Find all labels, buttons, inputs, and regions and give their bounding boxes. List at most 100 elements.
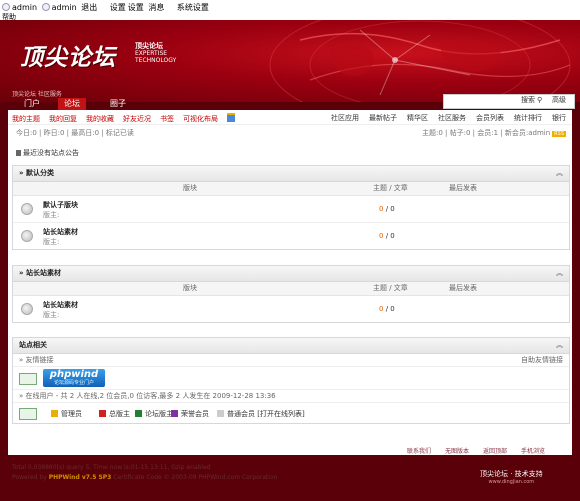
friends-status-link[interactable]: 好友近况 bbox=[123, 115, 151, 123]
category-material: » 站长站素材 ︽ 版块 主题 / 文章 最后发表 站长站素材 版主: 0 / 0 bbox=[12, 265, 570, 323]
apply-link-button[interactable]: 自助友情链接 bbox=[521, 354, 563, 366]
speaker-icon bbox=[16, 150, 21, 156]
username-link-2[interactable]: admin bbox=[52, 3, 77, 12]
logo-subtitle-cn: 顶尖论坛 bbox=[135, 42, 163, 50]
user-icon bbox=[41, 3, 50, 11]
friend-links-header: » 友情链接 自助友情链接 bbox=[13, 354, 569, 367]
settings-link-2[interactable]: 设置 bbox=[128, 3, 144, 12]
visual-layout-link[interactable]: 可视化布局 bbox=[183, 115, 218, 123]
forum-row: 站长站素材 版主: 0 / 0 bbox=[13, 223, 569, 249]
col-forum: 版块 bbox=[183, 284, 197, 292]
col-last-post: 最后发表 bbox=[449, 184, 477, 192]
system-settings-link[interactable]: 系统设置 bbox=[177, 3, 209, 12]
text-version-link[interactable]: 无图版本 bbox=[445, 448, 469, 455]
my-favorites-link[interactable]: 我的收藏 bbox=[86, 115, 114, 123]
legend-admin-label: 管理员 bbox=[61, 410, 82, 418]
version-text: v7.5 SP3 bbox=[79, 474, 112, 481]
contact-link[interactable]: 联系我们 bbox=[407, 448, 431, 455]
logout-link[interactable]: 退出 bbox=[81, 3, 97, 12]
my-topics-link[interactable]: 我的主题 bbox=[12, 115, 40, 123]
latest-posts-link[interactable]: 最新帖子 bbox=[369, 114, 397, 122]
phpwind-link-logo[interactable]: phpwind 论坛源码专业门户 bbox=[43, 369, 105, 387]
phpwind-logo-sub: 论坛源码专业门户 bbox=[53, 380, 94, 386]
forum-stats: 今日:0 | 昨日:0 | 最高日:0 | 标记已读 主题:0 | 帖子:0 |… bbox=[8, 125, 572, 139]
tab-portal[interactable]: 门户 bbox=[18, 98, 46, 110]
site-related-header: 站点相关 ︽ bbox=[13, 338, 569, 354]
topic-count: 0 bbox=[379, 305, 384, 313]
user-icon bbox=[2, 3, 10, 11]
online-users-summary[interactable]: » 在线用户 - 共 2 人在线,2 位会员,0 位访客,最多 2 人发生在 2… bbox=[13, 390, 569, 403]
collapse-icon[interactable]: ︽ bbox=[556, 266, 563, 281]
site-logo-small-icon[interactable] bbox=[19, 373, 37, 385]
column-header: 版块 主题 / 文章 最后发表 bbox=[13, 182, 569, 196]
powered-by-label: Powered by bbox=[12, 474, 49, 481]
site-related: 站点相关 ︽ » 友情链接 自助友情链接 phpwind 论坛源码专业门户 » 在线用… bbox=[12, 337, 570, 424]
daily-stats: 今日:0 | 昨日:0 | 最高日:0 | 标记已读 bbox=[16, 129, 134, 137]
forum-name-link[interactable]: 站长站素材 bbox=[43, 300, 78, 310]
legend-member-label[interactable]: 普通会员 [打开在线列表] bbox=[227, 410, 305, 418]
forum-status-icon bbox=[21, 230, 33, 242]
main-content: 我的主题 我的回复 我的收藏 好友近况 书签 可视化布局 社区应用 最新帖子 精华区 社区服务 会… bbox=[8, 110, 572, 455]
gift-icon[interactable] bbox=[227, 113, 235, 122]
digest-link[interactable]: 精华区 bbox=[407, 114, 428, 122]
mobile-link[interactable]: 手机浏览 bbox=[521, 448, 545, 455]
admin-icon bbox=[51, 410, 58, 417]
forum-row: 站长站素材 版主: 0 / 0 bbox=[13, 296, 569, 322]
tab-groups[interactable]: 圈子 bbox=[104, 98, 132, 110]
post-count: 0 bbox=[390, 205, 395, 213]
category-header: » 站长站素材 ︽ bbox=[13, 266, 569, 282]
footer-brand-url: www.dingjian.com bbox=[488, 479, 535, 485]
tab-forum[interactable]: 论坛 bbox=[58, 98, 86, 110]
rss-icon[interactable]: RSS bbox=[552, 131, 566, 137]
category-default: » 默认分类 ︽ 版块 主题 / 文章 最后发表 默认子版块 版主: 0 / 0 … bbox=[12, 165, 570, 250]
phpwind-logo-text: phpwind bbox=[49, 369, 99, 380]
footer-debug-line: Total 0.038860(s) query 5, Time now is:0… bbox=[12, 464, 211, 471]
category-title: 站长站素材 bbox=[25, 269, 61, 277]
settings-link[interactable]: 设置 bbox=[110, 3, 126, 12]
announcement: 最近没有站点公告 bbox=[16, 148, 79, 158]
forum-counts: 0 / 0 bbox=[379, 205, 395, 213]
advanced-search-link[interactable]: 高级 bbox=[552, 95, 566, 105]
forum-name-link[interactable]: 默认子版块 bbox=[43, 200, 78, 210]
legend-honor-label: 荣誉会员 bbox=[181, 410, 209, 418]
forum-moderator: 版主: bbox=[43, 238, 60, 246]
phpwind-link[interactable]: PHPWind bbox=[49, 474, 80, 481]
totals-stats: 主题:0 | 帖子:0 | 会员:1 | 新会员:admin bbox=[422, 129, 551, 137]
col-forum: 版块 bbox=[183, 184, 197, 192]
messages-link[interactable]: 消息 bbox=[148, 3, 164, 12]
bank-link[interactable]: 银行 bbox=[552, 114, 566, 122]
friend-links-title: » 友情链接 bbox=[19, 356, 54, 364]
legend-admin: 管理员 bbox=[51, 409, 82, 419]
search-button[interactable]: 搜索 bbox=[521, 95, 535, 105]
member-list-link[interactable]: 会员列表 bbox=[476, 114, 504, 122]
site-logo[interactable]: 顶尖论坛 bbox=[20, 38, 116, 72]
main-nav: 门户 论坛 圈子 搜索 ⚲ 高级 bbox=[0, 94, 580, 110]
post-count: 0 bbox=[390, 305, 395, 313]
honor-member-icon bbox=[171, 410, 178, 417]
back-to-top-link[interactable]: 返回顶部 bbox=[483, 448, 507, 455]
bookmarks-link[interactable]: 书签 bbox=[160, 115, 174, 123]
footer-links: 联系我们 无图版本 返回顶部 手机浏览 bbox=[407, 446, 559, 455]
community-apps-link[interactable]: 社区应用 bbox=[331, 114, 359, 122]
top-user-bar: admin admin 退出 设置 设置 消息 系统设置 帮助 bbox=[0, 0, 580, 21]
footer-brand-title: 顶尖论坛 · 技术支持 bbox=[480, 470, 543, 478]
search-icon[interactable]: ⚲ bbox=[537, 96, 542, 104]
username-link[interactable]: admin bbox=[12, 3, 37, 12]
my-replies-link[interactable]: 我的回复 bbox=[49, 115, 77, 123]
forum-moderator: 版主: bbox=[43, 311, 60, 319]
site-related-title: 站点相关 bbox=[19, 341, 47, 349]
certificate-link[interactable]: Certificate bbox=[111, 474, 144, 481]
forum-status-icon bbox=[21, 303, 33, 315]
collapse-icon[interactable]: ︽ bbox=[556, 338, 563, 353]
column-header: 版块 主题 / 文章 最后发表 bbox=[13, 282, 569, 296]
category-header: » 默认分类 ︽ bbox=[13, 166, 569, 182]
collapse-icon[interactable]: ︽ bbox=[556, 166, 563, 181]
user-menu: admin admin 退出 设置 设置 消息 系统设置 bbox=[2, 2, 211, 13]
stats-ranking-link[interactable]: 统计排行 bbox=[514, 114, 542, 122]
forum-counts: 0 / 0 bbox=[379, 232, 395, 240]
site-banner: 顶尖论坛 顶尖论坛 EXPERTISE TECHNOLOGY 顶尖论坛 社区服务 bbox=[0, 20, 580, 102]
community-services-link[interactable]: 社区服务 bbox=[438, 114, 466, 122]
forum-name-link[interactable]: 站长站素材 bbox=[43, 227, 78, 237]
friend-links-list: phpwind 论坛源码专业门户 bbox=[13, 367, 569, 390]
member-icon bbox=[217, 410, 224, 417]
